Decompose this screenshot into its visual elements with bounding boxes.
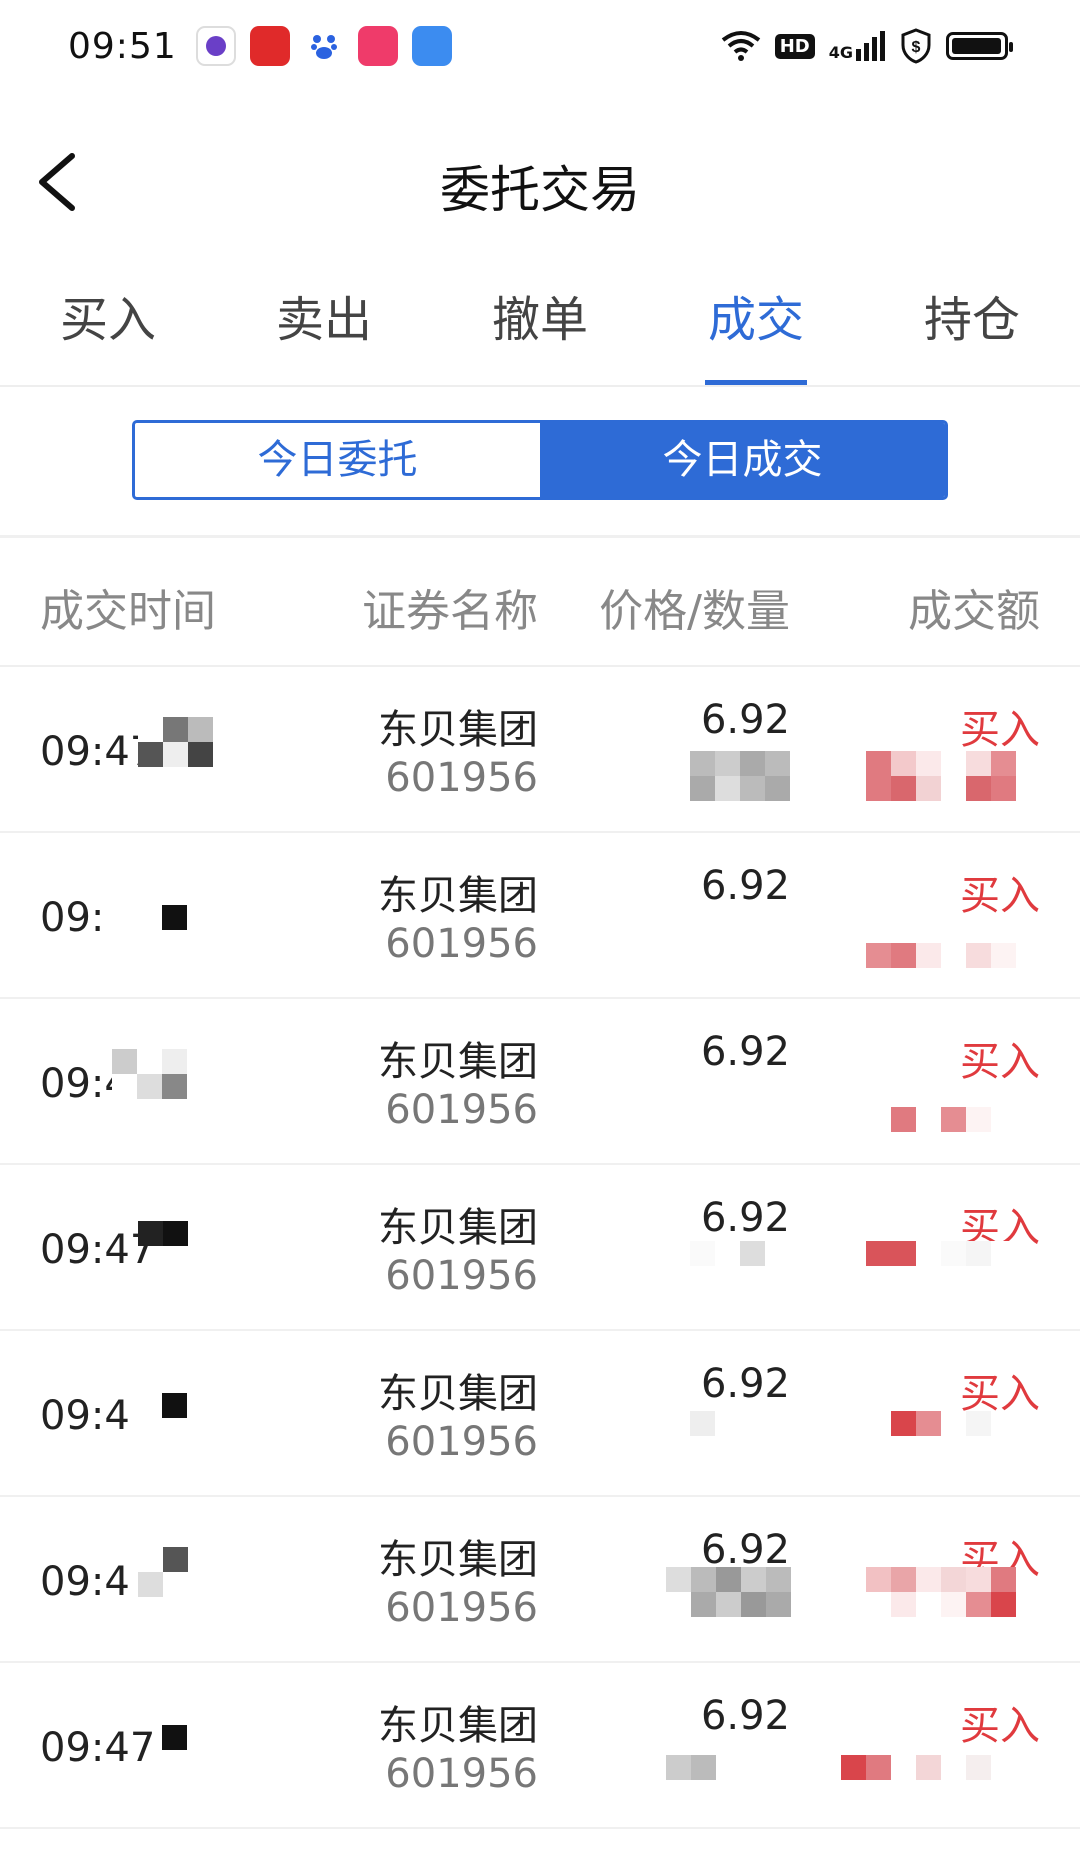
deals-list: 09:47 东贝集团 601956 6.92 买入 09: 东贝集团 60195… [0, 667, 1080, 1829]
deal-price: 6.92 [700, 863, 790, 909]
table-row[interactable]: 09:47 东贝集团 601956 6.92 买入 [0, 667, 1080, 833]
deal-time: 09:4 [40, 1393, 130, 1439]
segmented-control: 今日委托 今日成交 [132, 420, 948, 500]
security-name: 东贝集团 [378, 1703, 538, 1749]
tab-label: 买入 [59, 292, 156, 348]
security-code: 601956 [385, 1751, 538, 1797]
divider [0, 535, 1080, 538]
deal-price: 6.92 [700, 1029, 790, 1075]
redaction-mosaic [666, 1755, 716, 1780]
security-name: 东贝集团 [378, 1205, 538, 1251]
status-app-icons [196, 26, 452, 66]
redaction-mosaic [138, 1221, 188, 1246]
redaction-mosaic [891, 1107, 991, 1132]
trade-tabs: 买入 卖出 撤单 成交 持仓 [0, 280, 1080, 387]
redaction-mosaic [690, 1241, 765, 1266]
security-name: 东贝集团 [378, 1537, 538, 1583]
status-time: 09:51 [68, 26, 177, 67]
redaction-mosaic [690, 1411, 715, 1436]
redaction-mosaic [866, 943, 1016, 968]
red-app-icon [250, 26, 290, 66]
table-row[interactable]: 09:4 东贝集团 601956 6.92 买入 [0, 1497, 1080, 1663]
deal-price: 6.92 [700, 1195, 790, 1241]
tab-positions[interactable]: 持仓 [864, 280, 1080, 383]
security-code: 601956 [385, 755, 538, 801]
table-header: 成交时间 证券名称 价格/数量 成交额 [0, 575, 1080, 637]
redaction-mosaic [841, 1755, 1016, 1780]
deal-price: 6.92 [700, 697, 790, 743]
redaction-mosaic [112, 1049, 187, 1099]
redaction-mosaic [690, 751, 790, 801]
redaction-mosaic [666, 1567, 791, 1617]
trade-side: 买入 [960, 707, 1040, 753]
signal-icon: 4G [829, 31, 886, 61]
security-name: 东贝集团 [378, 1371, 538, 1417]
table-row[interactable]: 09:4 东贝集团 601956 6.92 买入 [0, 1331, 1080, 1497]
wifi-icon [721, 31, 760, 61]
tab-cancel[interactable]: 撤单 [432, 280, 648, 383]
trade-side: 买入 [960, 873, 1040, 919]
redaction-mosaic [162, 1725, 187, 1750]
deal-time: 09:47 [40, 1725, 156, 1771]
segment-today-orders[interactable]: 今日委托 [135, 423, 540, 497]
security-code: 601956 [385, 1585, 538, 1631]
redaction-mosaic [866, 1241, 1016, 1266]
hd-badge: HD [774, 33, 815, 59]
table-row[interactable]: 09:47 东贝集团 601956 6.92 买入 [0, 1663, 1080, 1829]
tab-label: 成交 [707, 292, 804, 348]
security-name: 东贝集团 [378, 873, 538, 919]
table-row[interactable]: 09:4 东贝集团 601956 6.92 买入 [0, 999, 1080, 1165]
tab-label: 持仓 [923, 292, 1020, 348]
tab-sell[interactable]: 卖出 [216, 280, 432, 383]
security-name: 东贝集团 [378, 707, 538, 753]
page-title: 委托交易 [440, 161, 640, 219]
redaction-mosaic [162, 905, 187, 930]
trade-side: 买入 [960, 1039, 1040, 1085]
tab-deals[interactable]: 成交 [648, 280, 864, 385]
tab-label: 卖出 [275, 292, 372, 348]
deal-price: 6.92 [700, 1361, 790, 1407]
shopping-app-icon [358, 26, 398, 66]
purple-app-icon [196, 26, 236, 66]
table-row[interactable]: 09:47 东贝集团 601956 6.92 买入 [0, 1165, 1080, 1331]
security-code: 601956 [385, 1419, 538, 1465]
security-code: 601956 [385, 1253, 538, 1299]
shield-dollar-icon: $ [901, 28, 931, 64]
security-code: 601956 [385, 1087, 538, 1133]
tab-buy[interactable]: 买入 [0, 280, 216, 383]
security-code: 601956 [385, 921, 538, 967]
deal-time: 09: [40, 895, 105, 941]
redaction-mosaic [138, 1547, 188, 1597]
redaction-mosaic [866, 751, 1016, 801]
deal-price: 6.92 [700, 1693, 790, 1739]
blue-app-icon [412, 26, 452, 66]
svg-text:$: $ [912, 39, 921, 56]
tab-label: 撤单 [491, 292, 588, 348]
segment-today-deals[interactable]: 今日成交 [540, 423, 945, 497]
status-indicators: HD 4G $ [721, 28, 1013, 64]
redaction-mosaic [162, 1393, 187, 1418]
battery-icon [946, 32, 1013, 60]
trade-side: 买入 [960, 1703, 1040, 1749]
redaction-mosaic [138, 717, 213, 767]
column-header-time: 成交时间 [40, 586, 216, 637]
deal-time: 09:4 [40, 1559, 130, 1605]
redaction-mosaic [866, 1567, 1016, 1617]
active-tab-indicator [705, 380, 807, 385]
security-name: 东贝集团 [378, 1039, 538, 1085]
table-row[interactable]: 09: 东贝集团 601956 6.92 买入 [0, 833, 1080, 999]
column-header-amount: 成交额 [908, 586, 1040, 637]
column-header-price-qty: 价格/数量 [599, 586, 790, 637]
status-bar: 09:51 HD 4G $ [0, 0, 1080, 100]
column-header-name: 证券名称 [362, 586, 538, 637]
redaction-mosaic [891, 1411, 991, 1436]
network-type-label: 4G [828, 43, 853, 62]
app-header: 委托交易 [0, 120, 1080, 250]
baidu-icon [304, 26, 344, 66]
